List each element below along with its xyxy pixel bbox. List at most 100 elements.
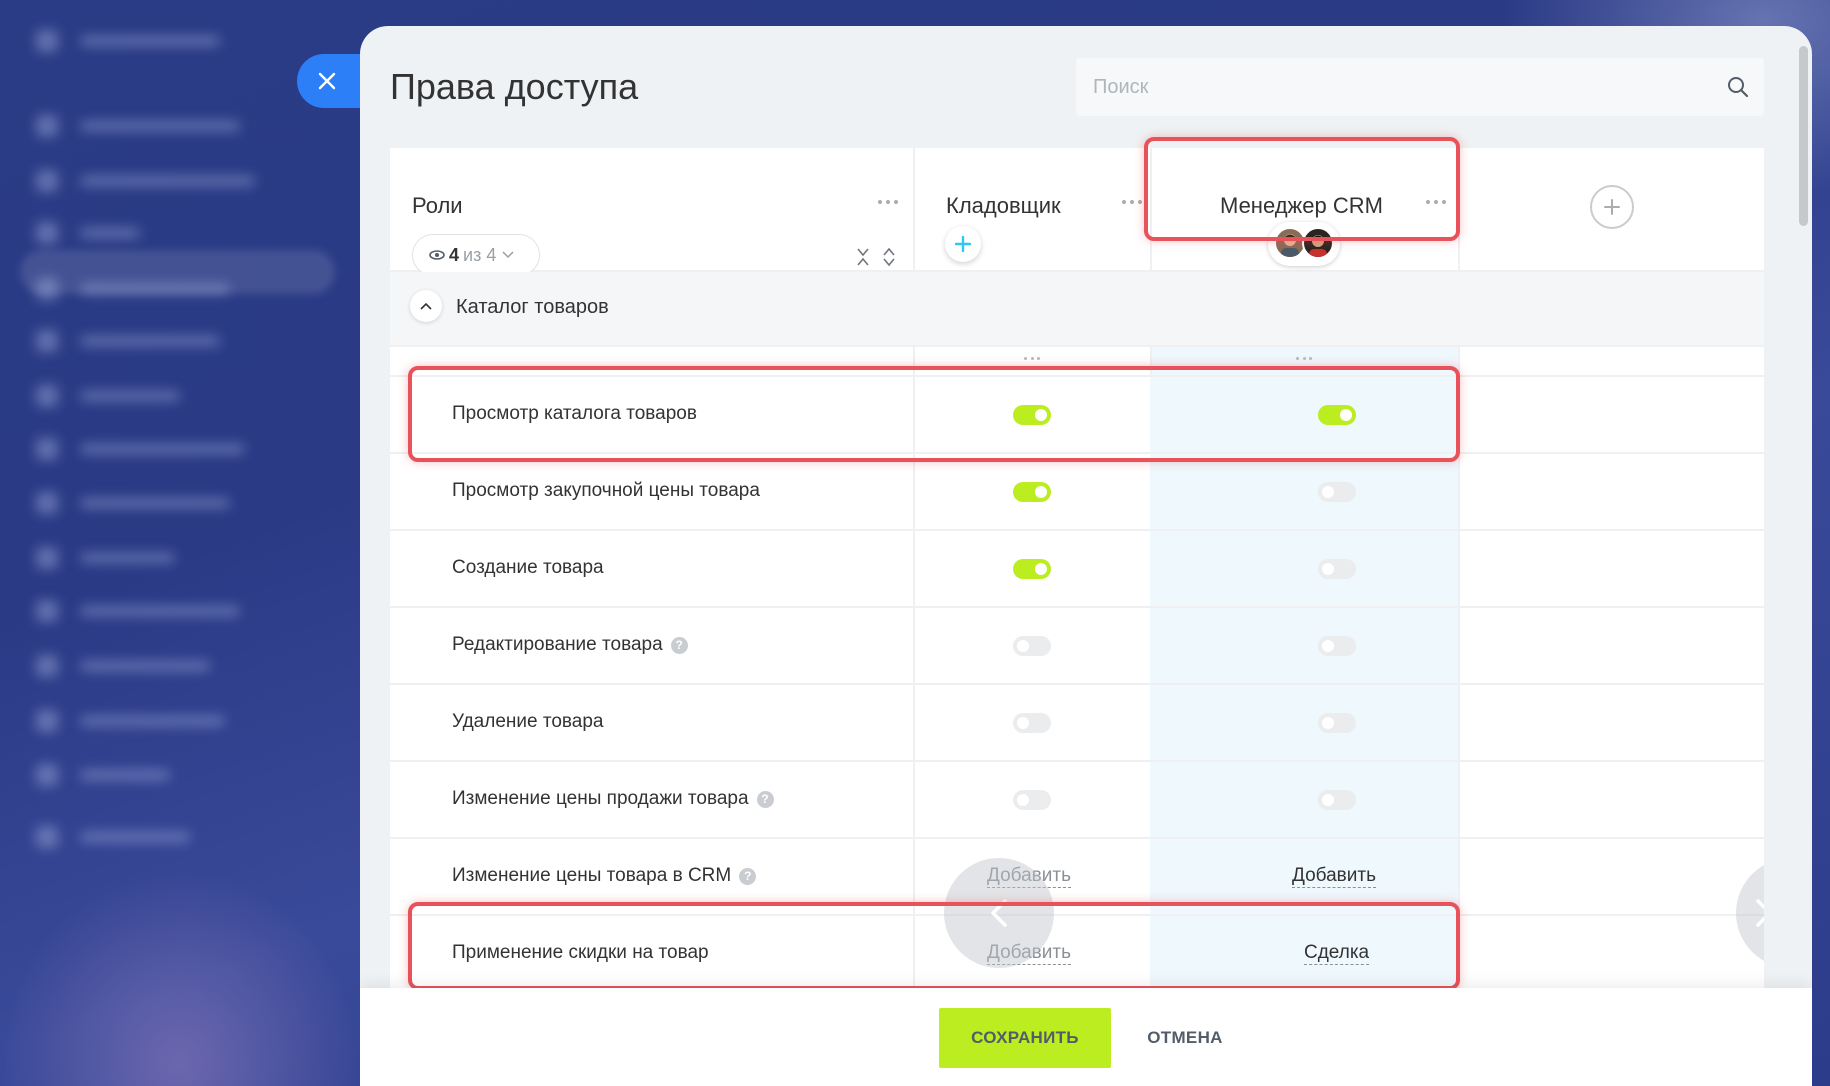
avatar <box>1302 227 1334 259</box>
blurred-menu-item <box>30 170 290 192</box>
section-toggle-button[interactable] <box>410 290 442 322</box>
blurred-menu-item <box>30 438 290 460</box>
blurred-menu-item <box>30 710 290 732</box>
arrow-right-icon <box>1755 899 1764 927</box>
permission-label: Просмотр каталога товаров <box>452 403 697 425</box>
plus-icon <box>1604 199 1620 215</box>
toggle-kladovshik-view-purchase-price[interactable] <box>1013 482 1051 502</box>
toggle-kladovshik-create-product[interactable] <box>1013 559 1051 579</box>
roles-more-icon[interactable] <box>878 200 898 206</box>
role-name-manager-crm[interactable]: Менеджер CRM <box>1220 193 1383 219</box>
blurred-menu-item <box>30 600 290 622</box>
toggle-manager-view-purchase-price[interactable] <box>1318 482 1356 502</box>
close-icon <box>318 72 336 90</box>
table-row: Редактирование товара? <box>390 608 1764 685</box>
permission-label-text: Редактирование товара <box>452 634 663 655</box>
eye-icon <box>429 250 445 260</box>
role-manager-more-icon[interactable] <box>1426 200 1446 206</box>
visible-roles-filter[interactable]: 4 из 4 <box>412 234 540 276</box>
blurred-menu-item <box>30 492 290 514</box>
column-divider <box>1458 148 1460 272</box>
blurred-menu-item <box>30 655 290 677</box>
toggle-manager-delete-product[interactable] <box>1318 713 1356 733</box>
table-row: Создание товара <box>390 531 1764 608</box>
permission-label-text: Создание товара <box>452 557 604 578</box>
chevron-down-icon <box>502 251 514 259</box>
permission-label: Удаление товара <box>452 711 603 733</box>
permission-label-text: Просмотр закупочной цены товара <box>452 480 760 501</box>
permission-label-text: Просмотр каталога товаров <box>452 403 697 424</box>
blurred-logo <box>30 30 290 52</box>
blurred-menu-item <box>30 547 290 569</box>
blurred-menu-item <box>30 115 290 137</box>
toggle-manager-edit-product[interactable] <box>1318 636 1356 656</box>
help-icon[interactable]: ? <box>756 790 774 808</box>
value-link-manager[interactable]: Сделка <box>1304 942 1370 965</box>
table-row: Просмотр закупочной цены товара <box>390 454 1764 531</box>
permission-label: Редактирование товара? <box>452 634 688 656</box>
help-icon[interactable]: ? <box>670 636 688 654</box>
search-box <box>1076 58 1764 116</box>
section-header[interactable]: Каталог товаров <box>390 272 1764 347</box>
column-kladovshik-more-icon[interactable] <box>1024 357 1040 361</box>
toggle-manager-view-catalog[interactable] <box>1318 405 1356 425</box>
role-members-avatars[interactable] <box>1268 222 1340 266</box>
blurred-menu-item <box>30 222 290 244</box>
search-icon[interactable] <box>1726 75 1750 99</box>
panel-scrollbar[interactable] <box>1799 46 1808 226</box>
page-title: Права доступа <box>390 66 639 107</box>
arrow-left-icon <box>991 899 1007 927</box>
role-kladovshik-more-icon[interactable] <box>1122 200 1142 206</box>
visible-roles-count: 4 <box>449 244 460 265</box>
column-divider <box>913 148 915 272</box>
toggle-manager-change-sale-price[interactable] <box>1318 790 1356 810</box>
permission-label-text: Изменение цены товара в CRM <box>452 865 732 886</box>
scroll-left-button[interactable] <box>944 858 1054 968</box>
table-row: Изменение цены товара в CRM? Добавить До… <box>390 839 1764 916</box>
table-row: Изменение цены продажи товара? <box>390 762 1764 839</box>
blurred-menu-item <box>30 278 290 300</box>
save-button[interactable]: СОХРАНИТЬ <box>939 1008 1111 1068</box>
permissions-table: Роли 4 из 4 Кладовщик Менеджер CRM Катал… <box>390 148 1764 1028</box>
collapse-icon[interactable] <box>855 246 871 268</box>
blurred-menu-item <box>30 826 290 848</box>
collapse-expand-controls <box>855 246 905 268</box>
table-row: Удаление товара <box>390 685 1764 762</box>
toggle-manager-create-product[interactable] <box>1318 559 1356 579</box>
permission-label-text: Применение скидки на товар <box>452 942 709 963</box>
close-button[interactable] <box>297 54 369 108</box>
help-icon[interactable]: ? <box>739 867 757 885</box>
permission-label: Создание товара <box>452 557 604 579</box>
column-settings-row <box>390 347 1764 377</box>
toggle-kladovshik-delete-product[interactable] <box>1013 713 1051 733</box>
table-row: Просмотр каталога товаров <box>390 377 1764 454</box>
toggle-kladovshik-change-sale-price[interactable] <box>1013 790 1051 810</box>
table-header: Роли 4 из 4 Кладовщик Менеджер CRM <box>390 148 1764 276</box>
add-role-button[interactable] <box>1590 185 1634 229</box>
section-title: Каталог товаров <box>456 296 609 318</box>
expand-icon[interactable] <box>881 246 897 268</box>
access-rights-panel: Права доступа Роли 4 из 4 <box>360 26 1812 1086</box>
table-row: Применение скидки на товар Добавить Сдел… <box>390 916 1764 993</box>
add-member-button[interactable] <box>945 226 981 262</box>
search-input[interactable] <box>1076 58 1696 116</box>
roles-label: Роли <box>412 193 463 218</box>
permission-label: Применение скидки на товар <box>452 942 709 964</box>
column-manager-more-icon[interactable] <box>1296 357 1312 361</box>
total-roles-count: из 4 <box>463 244 497 265</box>
role-name-kladovshik[interactable]: Кладовщик <box>946 193 1061 219</box>
blurred-menu-item <box>30 330 290 352</box>
plus-icon <box>954 235 972 253</box>
toggle-kladovshik-view-catalog[interactable] <box>1013 405 1051 425</box>
permission-rows: Просмотр каталога товаров Просмотр закуп… <box>390 347 1764 1028</box>
background-glow-bottom <box>0 870 360 1086</box>
blurred-menu-item <box>30 385 290 407</box>
footer-bar: СОХРАНИТЬ ОТМЕНА <box>360 988 1812 1086</box>
permission-label: Просмотр закупочной цены товара <box>452 480 760 502</box>
permission-label-text: Удаление товара <box>452 711 604 732</box>
chevron-up-icon <box>420 302 432 310</box>
cancel-button[interactable]: ОТМЕНА <box>1130 1008 1240 1068</box>
permission-label: Изменение цены продажи товара? <box>452 788 774 810</box>
toggle-kladovshik-edit-product[interactable] <box>1013 636 1051 656</box>
add-value-link-manager[interactable]: Добавить <box>1292 865 1376 888</box>
